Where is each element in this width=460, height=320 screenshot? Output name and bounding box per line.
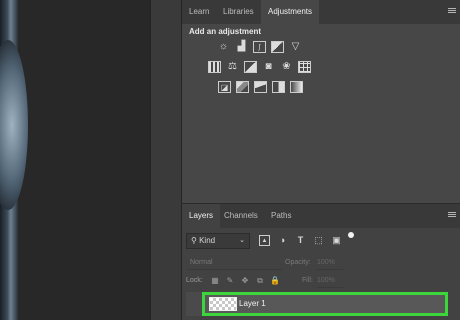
tab-adjustments[interactable]: Adjustments [261, 0, 320, 24]
lock-position-icon[interactable]: ✥ [240, 276, 250, 286]
black-white-icon[interactable] [244, 61, 257, 73]
fill-field[interactable]: 100% [317, 274, 343, 288]
blend-mode-select[interactable]: Normal [186, 255, 282, 270]
tab-learn[interactable]: Learn [182, 0, 216, 24]
photo-edge [0, 0, 28, 320]
lock-image-pixels-icon[interactable]: ✎ [225, 276, 235, 286]
threshold-icon[interactable] [254, 81, 267, 93]
opacity-field[interactable]: 100% [317, 255, 343, 270]
tab-layers[interactable]: Layers [182, 204, 221, 228]
tab-libraries[interactable]: Libraries [216, 0, 261, 24]
curves-icon[interactable]: ∫ [253, 41, 266, 53]
adjustments-tabbar: Learn Libraries Adjustments [182, 0, 460, 24]
layer-row[interactable]: Layer 1 [202, 292, 448, 316]
lock-all-icon[interactable]: 🔒 [270, 276, 280, 286]
hue-saturation-icon[interactable] [208, 61, 221, 73]
panel-menu-icon[interactable] [448, 7, 456, 15]
layer-filter-kind-select[interactable]: ⚲ Kind ⌄ [186, 233, 250, 249]
adjustments-title: Add an adjustment [189, 27, 262, 36]
panel-dock-strip [150, 0, 182, 320]
search-icon: ⚲ [191, 236, 197, 245]
tab-paths[interactable]: Paths [264, 204, 298, 228]
document-canvas[interactable] [0, 0, 150, 320]
kind-label: Kind [199, 236, 216, 245]
vibrance-icon[interactable]: ▽ [289, 41, 302, 53]
layers-tabbar: Layers Channels Paths [182, 204, 460, 228]
layers-panel-menu-icon[interactable] [448, 211, 456, 219]
levels-icon[interactable]: ▟ [235, 41, 248, 53]
selective-color-icon[interactable] [272, 81, 285, 93]
brightness-contrast-icon[interactable]: ☼ [217, 41, 230, 53]
shape-layer-filter-icon[interactable]: ⬚ [313, 235, 324, 246]
type-layer-filter-icon[interactable]: T [295, 235, 306, 246]
layer-thumbnail [209, 297, 237, 311]
adjustment-layer-filter-icon[interactable]: ◑ [277, 235, 288, 246]
posterize-icon[interactable] [236, 81, 249, 93]
adjustments-panel: Learn Libraries Adjustments Add an adjus… [182, 0, 460, 203]
filter-toggle[interactable] [348, 232, 354, 238]
smart-object-filter-icon[interactable]: ▣ [331, 235, 342, 246]
invert-icon[interactable]: ◪ [218, 81, 231, 93]
photo-filter-icon[interactable]: ◙ [262, 61, 275, 73]
exposure-icon[interactable] [271, 41, 284, 53]
chevron-down-icon: ⌄ [239, 237, 245, 244]
layer-name[interactable]: Layer 1 [239, 295, 266, 313]
layer-visibility-toggle[interactable] [186, 292, 202, 316]
lock-transparent-icon[interactable]: ▦ [210, 276, 220, 286]
prevent-autonest-icon[interactable]: ⧉ [255, 276, 265, 286]
lock-label: Lock: [186, 277, 203, 284]
channel-mixer-icon[interactable]: ❀ [280, 61, 293, 73]
tab-channels[interactable]: Channels [217, 204, 265, 228]
color-balance-icon[interactable]: ⚖ [226, 61, 239, 73]
pixel-layer-filter-icon[interactable]: ▲ [259, 235, 270, 246]
opacity-label: Opacity: [285, 259, 311, 266]
gradient-map-icon[interactable] [290, 81, 303, 93]
color-lookup-icon[interactable] [298, 61, 311, 73]
fill-label: Fill: [302, 277, 313, 284]
